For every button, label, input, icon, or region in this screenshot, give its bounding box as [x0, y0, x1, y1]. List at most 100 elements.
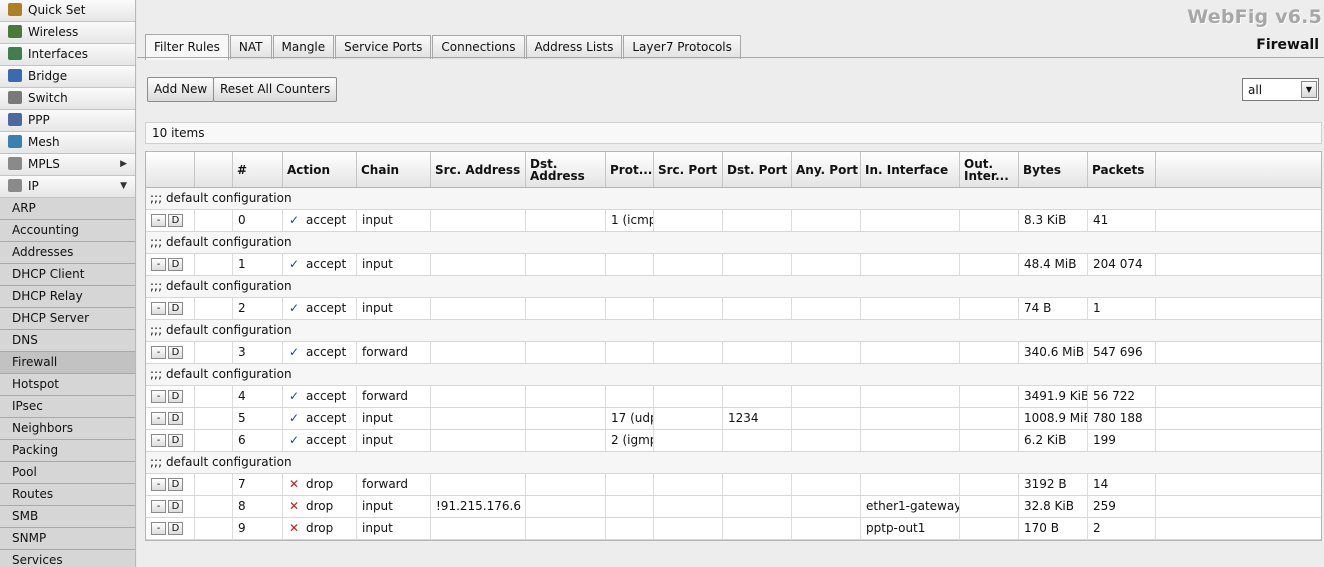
- sidebar-subitem-snmp[interactable]: SNMP: [0, 528, 135, 550]
- table-row[interactable]: - D 4 ✓ accept forward 3491.9 KiB 56 722: [146, 386, 1321, 408]
- cell-sport: [654, 298, 723, 319]
- sidebar-subitem-services[interactable]: Services: [0, 550, 135, 567]
- remove-button[interactable]: -: [151, 346, 166, 359]
- tab-connections[interactable]: Connections: [432, 35, 525, 59]
- disable-button[interactable]: D: [168, 214, 183, 227]
- sidebar-item-mpls[interactable]: MPLS ▶: [0, 154, 135, 176]
- disable-button[interactable]: D: [168, 346, 183, 359]
- tab-mangle[interactable]: Mangle: [272, 35, 335, 59]
- remove-button[interactable]: -: [151, 258, 166, 271]
- sidebar-subitem-dhcp-server[interactable]: DHCP Server: [0, 308, 135, 330]
- remove-button[interactable]: -: [151, 478, 166, 491]
- sidebar-subitem-accounting[interactable]: Accounting: [0, 220, 135, 242]
- cell-num: 3: [233, 342, 283, 363]
- table-row[interactable]: - D 7 ✕ drop forward 3192 B 14: [146, 474, 1321, 496]
- disable-button[interactable]: D: [168, 478, 183, 491]
- filter-select[interactable]: all ▼: [1242, 78, 1319, 101]
- disable-button[interactable]: D: [168, 258, 183, 271]
- sidebar-subitem-addresses[interactable]: Addresses: [0, 242, 135, 264]
- column-header-chain[interactable]: Chain: [357, 152, 431, 187]
- cell-bytes: 74 B: [1019, 298, 1088, 319]
- column-header-blank-2[interactable]: #: [233, 152, 283, 187]
- sidebar-item-ppp[interactable]: PPP: [0, 110, 135, 132]
- table-row[interactable]: - D 9 ✕ drop input pptp-out1 170 B2: [146, 518, 1321, 540]
- sidebar-subitem-dhcp-client[interactable]: DHCP Client: [0, 264, 135, 286]
- column-header-packets[interactable]: Packets: [1088, 152, 1156, 187]
- sidebar-item-switch[interactable]: Switch: [0, 88, 135, 110]
- column-header-any-port[interactable]: Any. Port: [792, 152, 861, 187]
- sidebar-subitem-dhcp-relay[interactable]: DHCP Relay: [0, 286, 135, 308]
- sidebar-subitem-smb[interactable]: SMB: [0, 506, 135, 528]
- sidebar-subitem-firewall[interactable]: Firewall: [0, 352, 135, 374]
- column-header-prot[interactable]: Prot...: [606, 152, 654, 187]
- column-header-src-port[interactable]: Src. Port: [654, 152, 723, 187]
- sidebar-subitem-ipsec[interactable]: IPsec: [0, 396, 135, 418]
- remove-button[interactable]: -: [151, 214, 166, 227]
- disable-button[interactable]: D: [168, 390, 183, 403]
- tab-service-ports[interactable]: Service Ports: [335, 35, 432, 59]
- sidebar-subitem-dns[interactable]: DNS: [0, 330, 135, 352]
- sidebar-item-wireless[interactable]: Wireless: [0, 22, 135, 44]
- cell-chain: input: [357, 298, 431, 319]
- sidebar-subitem-packing[interactable]: Packing: [0, 440, 135, 462]
- sidebar-subitem-hotspot[interactable]: Hotspot: [0, 374, 135, 396]
- remove-button[interactable]: -: [151, 412, 166, 425]
- sidebar-item-bridge[interactable]: Bridge: [0, 66, 135, 88]
- disable-button[interactable]: D: [168, 412, 183, 425]
- tab-layer7-protocols[interactable]: Layer7 Protocols: [623, 35, 741, 59]
- cell-sport: [654, 342, 723, 363]
- cell-aport: [792, 210, 861, 231]
- remove-button[interactable]: -: [151, 302, 166, 315]
- cell-packets: 780 188: [1088, 408, 1156, 429]
- cell-in_if: [861, 254, 960, 275]
- remove-button[interactable]: -: [151, 390, 166, 403]
- table-row[interactable]: - D 2 ✓ accept input 74 B1: [146, 298, 1321, 320]
- remove-button[interactable]: -: [151, 434, 166, 447]
- cell-action: ✕ drop: [283, 474, 357, 495]
- column-header-blank-1[interactable]: [195, 152, 233, 187]
- sidebar-subitem-pool[interactable]: Pool: [0, 462, 135, 484]
- disable-button[interactable]: D: [168, 500, 183, 513]
- sidebar-subitem-routes[interactable]: Routes: [0, 484, 135, 506]
- column-header-src-address[interactable]: Src. Address: [431, 152, 526, 187]
- remove-button[interactable]: -: [151, 500, 166, 513]
- add-new-button[interactable]: Add New: [147, 77, 215, 102]
- sidebar-item-interfaces[interactable]: Interfaces: [0, 44, 135, 66]
- column-header-blank-0[interactable]: [146, 152, 195, 187]
- table-row[interactable]: - D 5 ✓ accept input 17 (udp 1234 1008.9 MiB 780 …: [146, 408, 1321, 430]
- disable-button[interactable]: D: [168, 302, 183, 315]
- table-row[interactable]: - D 0 ✓ accept input 1 (icmp 8.3 KiB 41: [146, 210, 1321, 232]
- cell-num: 4: [233, 386, 283, 407]
- table-row[interactable]: - D 1 ✓ accept input 48.4 MiB 204 074: [146, 254, 1321, 276]
- column-header-out-inter[interactable]: Out. Inter...: [960, 152, 1019, 187]
- remove-button[interactable]: -: [151, 522, 166, 535]
- disable-button[interactable]: D: [168, 522, 183, 535]
- sidebar-subitem-neighbors[interactable]: Neighbors: [0, 418, 135, 440]
- ppp-icon: [8, 113, 22, 126]
- sidebar-item-label: Quick Set: [28, 3, 86, 17]
- sidebar-item-mesh[interactable]: Mesh: [0, 132, 135, 154]
- cell-src: [431, 254, 526, 275]
- column-header-action[interactable]: Action: [283, 152, 357, 187]
- sidebar-item-quick-set[interactable]: Quick Set: [0, 0, 135, 22]
- table-row[interactable]: - D 8 ✕ drop input !91.215.176.6 ether1-gateway…: [146, 496, 1321, 518]
- cell-proto: [606, 254, 654, 275]
- column-header-in-interface[interactable]: In. Interface: [861, 152, 960, 187]
- chevron-down-icon[interactable]: ▼: [1301, 81, 1317, 98]
- cell-packets: 204 074: [1088, 254, 1156, 275]
- column-header-dst-port[interactable]: Dst. Port: [723, 152, 792, 187]
- tab-nat[interactable]: NAT: [229, 35, 272, 59]
- switch-icon: [8, 91, 22, 104]
- sidebar-item-ip[interactable]: IP ▼: [0, 176, 135, 198]
- cell-chain: forward: [357, 342, 431, 363]
- disable-button[interactable]: D: [168, 434, 183, 447]
- column-header-bytes[interactable]: Bytes: [1019, 152, 1088, 187]
- sidebar-subitem-arp[interactable]: ARP: [0, 198, 135, 220]
- cell-in_if: [861, 430, 960, 451]
- cell-proto: 1 (icmp: [606, 210, 654, 231]
- tab-address-lists[interactable]: Address Lists: [525, 35, 623, 59]
- table-row[interactable]: - D 6 ✓ accept input 2 (igmp 6.2 KiB 199: [146, 430, 1321, 452]
- reset-all-counters-button[interactable]: Reset All Counters: [213, 77, 338, 102]
- table-row[interactable]: - D 3 ✓ accept forward 340.6 MiB 547 696: [146, 342, 1321, 364]
- column-header-dst-address[interactable]: Dst. Address: [526, 152, 606, 187]
